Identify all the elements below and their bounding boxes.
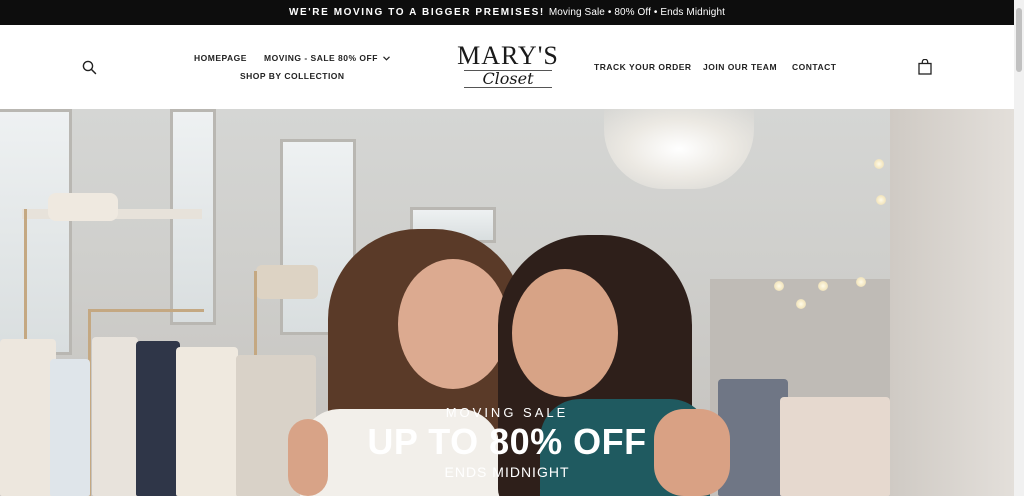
ceiling-light bbox=[796, 299, 806, 309]
woman-right-face bbox=[512, 269, 618, 397]
logo-line-2: Closet bbox=[464, 70, 552, 88]
nav-homepage[interactable]: HOMEPAGE bbox=[194, 53, 247, 63]
search-icon[interactable] bbox=[82, 60, 97, 80]
ceiling-light bbox=[774, 281, 784, 291]
hero-text: MOVING SALE UP TO 80% OFF ENDS MIDNIGHT bbox=[0, 405, 1014, 480]
scrollbar-thumb[interactable] bbox=[1016, 8, 1022, 72]
ceiling-light bbox=[856, 277, 866, 287]
announcement-bar: WE'RE MOVING TO A BIGGER PREMISES! Movin… bbox=[0, 0, 1014, 25]
nav-track-order[interactable]: TRACK YOUR ORDER bbox=[594, 62, 692, 72]
clothing-rack-bar bbox=[88, 309, 204, 312]
nav-join-team[interactable]: JOIN OUR TEAM bbox=[703, 62, 777, 72]
hero-headline: UP TO 80% OFF bbox=[367, 421, 647, 462]
hat-box bbox=[48, 193, 118, 221]
page-scrollbar[interactable] bbox=[1014, 0, 1024, 496]
ceiling-light bbox=[818, 281, 828, 291]
shopping-bag-icon[interactable] bbox=[918, 58, 932, 80]
nav-shop-by-collection[interactable]: SHOP BY COLLECTION bbox=[240, 71, 345, 81]
nav-moving-sale[interactable]: MOVING - SALE 80% OFF bbox=[264, 53, 390, 63]
announcement-bold-text: WE'RE MOVING TO A BIGGER PREMISES! bbox=[288, 7, 545, 18]
announcement-text: Moving Sale • 80% Off • Ends Midnight bbox=[548, 7, 726, 18]
site-header: HOMEPAGE MOVING - SALE 80% OFF SHOP BY C… bbox=[0, 25, 1014, 109]
nav-contact[interactable]: CONTACT bbox=[792, 62, 836, 72]
site-logo[interactable]: MARY'S Closet bbox=[456, 43, 560, 88]
nav-moving-sale-label: MOVING - SALE 80% OFF bbox=[264, 53, 378, 63]
chevron-down-icon bbox=[383, 53, 390, 63]
display-item bbox=[256, 265, 318, 299]
hero-banner[interactable]: MOVING SALE UP TO 80% OFF ENDS MIDNIGHT bbox=[0, 109, 1014, 496]
logo-line-1: MARY'S bbox=[457, 41, 559, 70]
ceiling-light bbox=[874, 159, 884, 169]
chandelier bbox=[604, 109, 754, 189]
hero-ends-text: ENDS MIDNIGHT bbox=[444, 464, 570, 480]
woman-left-face bbox=[398, 259, 508, 389]
ceiling-light bbox=[876, 195, 886, 205]
hero-subtitle: MOVING SALE bbox=[445, 405, 569, 420]
shop-window-left bbox=[0, 109, 72, 355]
